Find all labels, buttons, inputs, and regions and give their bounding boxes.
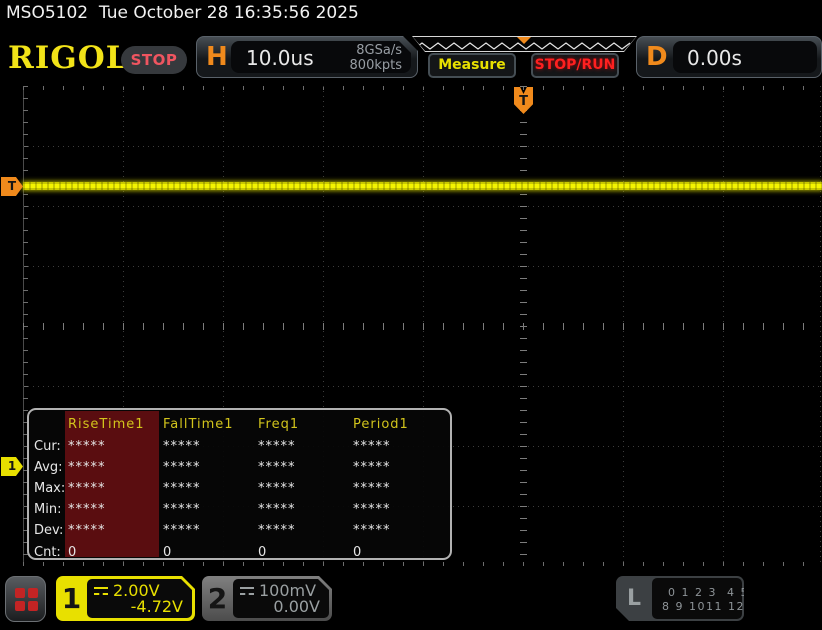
cell: ***** — [163, 523, 201, 538]
cell: 0 — [353, 545, 363, 560]
gridline-h — [23, 266, 822, 267]
cell: ***** — [68, 481, 106, 496]
row-label: Dev: — [34, 523, 64, 538]
trigger-level-marker-icon[interactable]: T — [1, 177, 23, 196]
cell: 0 — [163, 545, 173, 560]
model-and-datetime: MSO5102 Tue October 28 16:35:56 2025 — [6, 3, 359, 23]
col-header: FallTime1 — [163, 417, 234, 432]
channel1-offset: -4.72V — [130, 597, 183, 616]
h-label: H — [206, 42, 228, 72]
cell: 0 — [258, 545, 268, 560]
measurement-results-window[interactable]: RiseTime1 FallTime1 Freq1 Period1 Cur: *… — [27, 408, 452, 560]
square — [15, 601, 25, 611]
cell: ***** — [163, 460, 201, 475]
measurement-row: Cnt: 0 0 0 0 — [34, 545, 448, 560]
cell: ***** — [258, 523, 296, 538]
row-label: Min: — [34, 502, 62, 517]
dc-coupling-icon — [240, 587, 254, 595]
cell: ***** — [353, 439, 391, 454]
stop-run-button[interactable]: STOP/RUN — [531, 53, 619, 78]
channel1-info: 2.00V -4.72V — [87, 579, 192, 618]
cell: ***** — [353, 481, 391, 496]
logic-channels-list: 0 1 2 3 4 5 6 7 8 9 1011 12131415 — [652, 578, 742, 619]
channel1-number: 1 — [61, 582, 82, 615]
cell: ***** — [353, 523, 391, 538]
cell: ***** — [68, 439, 106, 454]
delay-panel[interactable]: D 0.00s — [636, 36, 822, 78]
horizontal-timebase-panel[interactable]: H 10.0us 8GSa/s 800kpts — [196, 36, 418, 78]
logic-label: L — [627, 586, 642, 611]
row-label: Cur: — [34, 439, 61, 454]
run-state-badge: STOP — [121, 46, 187, 74]
square — [28, 588, 38, 598]
cell: ***** — [258, 460, 296, 475]
cell: ***** — [163, 439, 201, 454]
gridline-h — [23, 386, 822, 387]
row-label: Cnt: — [34, 545, 61, 560]
logic-channels-badge[interactable]: L 0 1 2 3 4 5 6 7 8 9 1011 12131415 — [616, 576, 744, 621]
h-panel-inner: 10.0us 8GSa/s 800kpts — [231, 41, 411, 73]
oscilloscope-screen: MSO5102 Tue October 28 16:35:56 2025 RIG… — [0, 0, 822, 630]
gridline-h — [23, 206, 822, 207]
windows-menu-button[interactable] — [5, 576, 46, 622]
square — [28, 601, 38, 611]
cell: ***** — [258, 502, 296, 517]
waveform-position-bar[interactable] — [412, 36, 637, 52]
rigol-logo: RIGOL — [8, 40, 129, 76]
four-squares-icon — [15, 588, 38, 611]
dc-coupling-icon — [94, 587, 108, 595]
col-header: Freq1 — [258, 417, 300, 432]
ch1-ground-marker-icon[interactable]: 1 — [1, 457, 23, 476]
cell: ***** — [258, 439, 296, 454]
row-label: Max: — [34, 481, 66, 496]
cell: ***** — [68, 460, 106, 475]
measurement-row: Cur: ***** ***** ***** ***** — [34, 439, 448, 459]
col-header: Period1 — [353, 417, 409, 432]
sample-rate: 8GSa/s — [356, 43, 402, 58]
cell: ***** — [68, 502, 106, 517]
header-spacer — [34, 417, 68, 437]
channel2-offset: 0.00V — [273, 597, 320, 616]
cell: ***** — [258, 481, 296, 496]
channel1-badge[interactable]: 1 2.00V -4.72V — [56, 576, 195, 621]
channel2-badge[interactable]: 2 100mV 0.00V — [202, 576, 332, 621]
memory-depth: 800kpts — [349, 58, 402, 73]
channel2-info: 100mV 0.00V — [233, 579, 329, 618]
timebase-value: 10.0us — [246, 46, 314, 70]
trigger-position-pointer-icon[interactable] — [517, 37, 531, 44]
channel1-trace — [23, 182, 822, 190]
cell: 0 — [68, 545, 78, 560]
delay-value: 0.00s — [687, 46, 742, 70]
cell: ***** — [68, 523, 106, 538]
gridline-h — [23, 146, 822, 147]
cell: ***** — [163, 481, 201, 496]
measurement-row: Min: ***** ***** ***** ***** — [34, 502, 448, 522]
acquisition-info: 8GSa/s 800kpts — [350, 43, 402, 73]
d-label: D — [646, 42, 668, 72]
cell: ***** — [353, 502, 391, 517]
center-horizontal-axis — [23, 323, 822, 330]
d-panel-inner: 0.00s — [673, 41, 817, 73]
cell: ***** — [353, 460, 391, 475]
measurement-header-row: RiseTime1 FallTime1 Freq1 Period1 — [34, 417, 448, 437]
square — [15, 588, 25, 598]
measure-button[interactable]: Measure — [428, 53, 516, 78]
cell: ***** — [163, 502, 201, 517]
logic-channels-row2: 8 9 1011 12131415 — [662, 600, 796, 613]
col-header: RiseTime1 — [68, 417, 145, 432]
measurement-row: Avg: ***** ***** ***** ***** — [34, 460, 448, 480]
measurement-row: Max: ***** ***** ***** ***** — [34, 481, 448, 501]
logic-channels-row1: 0 1 2 3 4 5 6 7 — [668, 586, 776, 599]
row-label: Avg: — [34, 460, 63, 475]
measurement-row: Dev: ***** ***** ***** ***** — [34, 523, 448, 543]
channel2-number: 2 — [207, 582, 228, 615]
